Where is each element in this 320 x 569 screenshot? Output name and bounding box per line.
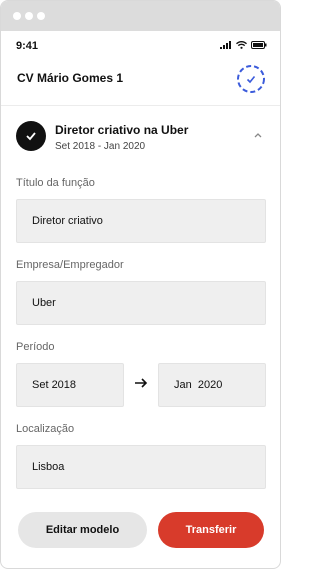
- job-title: Diretor criativo na Uber: [55, 123, 189, 137]
- signal-icon: [220, 41, 231, 49]
- location-field[interactable]: Lisboa: [16, 445, 266, 489]
- arrow-right-icon: [135, 378, 148, 388]
- edit-template-button[interactable]: Editar modelo: [18, 512, 147, 548]
- completed-check-icon: [16, 121, 46, 151]
- chevron-up-icon[interactable]: [252, 129, 264, 141]
- job-dates: Set 2018 - Jan 2020: [55, 141, 146, 152]
- window-dot: [37, 12, 45, 20]
- status-time: 9:41: [16, 40, 39, 52]
- app-header: CV Mário Gomes 1: [1, 59, 280, 106]
- period-label: Período: [16, 341, 55, 353]
- page-title: CV Mário Gomes 1: [17, 71, 124, 85]
- window-dot: [25, 12, 33, 20]
- status-bar: 9:41: [1, 31, 280, 59]
- job-title-label: Título da função: [16, 177, 95, 189]
- window-dot: [13, 12, 21, 20]
- battery-icon: [251, 41, 267, 49]
- employer-label: Empresa/Empregador: [16, 259, 124, 271]
- employer-field[interactable]: Uber: [16, 281, 266, 325]
- period-start-field[interactable]: Set 2018: [16, 363, 124, 407]
- status-icons: [220, 41, 267, 49]
- progress-check-icon[interactable]: [235, 63, 267, 95]
- window-chrome: [1, 1, 280, 31]
- download-button[interactable]: Transferir: [158, 512, 264, 548]
- location-label: Localização: [16, 423, 75, 435]
- job-section-header[interactable]: Diretor criativo na Uber Set 2018 - Jan …: [1, 105, 280, 165]
- wifi-icon: [236, 41, 247, 49]
- period-end-field[interactable]: Jan 2020: [158, 363, 266, 407]
- device-frame: 9:41 CV Mário Gomes 1 Diretor criativo n…: [0, 0, 281, 569]
- job-title-field[interactable]: Diretor criativo: [16, 199, 266, 243]
